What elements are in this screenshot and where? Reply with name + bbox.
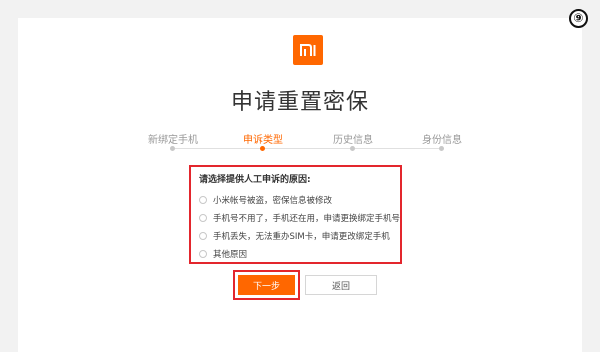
option-label: 手机号不用了，手机还在用，申请更换绑定手机号 [213, 214, 401, 224]
step-number-badge: ⑨ [569, 9, 588, 28]
back-button[interactable]: 返回 [305, 275, 377, 295]
option-label: 其他原因 [213, 250, 248, 260]
next-button-highlight: 下一步 [233, 270, 300, 300]
radio-button[interactable] [199, 250, 207, 258]
option-label: 手机丢失，无法重办SIM卡，申请更改绑定手机 [213, 232, 390, 242]
step-identity-info: 身份信息 [397, 131, 487, 151]
radio-button[interactable] [199, 232, 207, 240]
progress-steps: 新绑定手机 申诉类型 历史信息 身份信息 [0, 131, 600, 155]
option-label: 小米帐号被盗，密保信息被修改 [213, 196, 333, 206]
step-dot [350, 146, 355, 151]
appeal-reason-group: 请选择提供人工申诉的原因: 小米帐号被盗，密保信息被修改 手机号不用了，手机还在… [189, 165, 402, 264]
reason-option-account-stolen[interactable]: 小米帐号被盗，密保信息被修改 [199, 194, 332, 206]
step-label: 申诉类型 [243, 135, 283, 146]
page-title: 申请重置密保 [230, 90, 369, 115]
step-appeal-type: 申诉类型 [218, 131, 308, 151]
step-label: 新绑定手机 [148, 135, 198, 146]
reason-option-number-unused[interactable]: 手机号不用了，手机还在用，申请更换绑定手机号 [199, 212, 400, 224]
step-dot [260, 146, 265, 151]
radio-button[interactable] [199, 196, 207, 204]
step-dot [439, 146, 444, 151]
step-label: 历史信息 [333, 135, 373, 146]
step-label: 身份信息 [422, 135, 462, 146]
reason-heading: 请选择提供人工申诉的原因: [199, 175, 311, 185]
step-history-info: 历史信息 [308, 131, 398, 151]
radio-button[interactable] [199, 214, 207, 222]
steps-track [170, 148, 440, 149]
reason-option-other[interactable]: 其他原因 [199, 248, 247, 260]
step-new-phone: 新绑定手机 [128, 131, 218, 151]
step-dot [170, 146, 175, 151]
mi-logo-icon [300, 44, 316, 56]
next-button[interactable]: 下一步 [238, 275, 295, 295]
reason-option-phone-lost[interactable]: 手机丢失，无法重办SIM卡，申请更改绑定手机 [199, 230, 390, 242]
mi-logo [293, 35, 323, 65]
